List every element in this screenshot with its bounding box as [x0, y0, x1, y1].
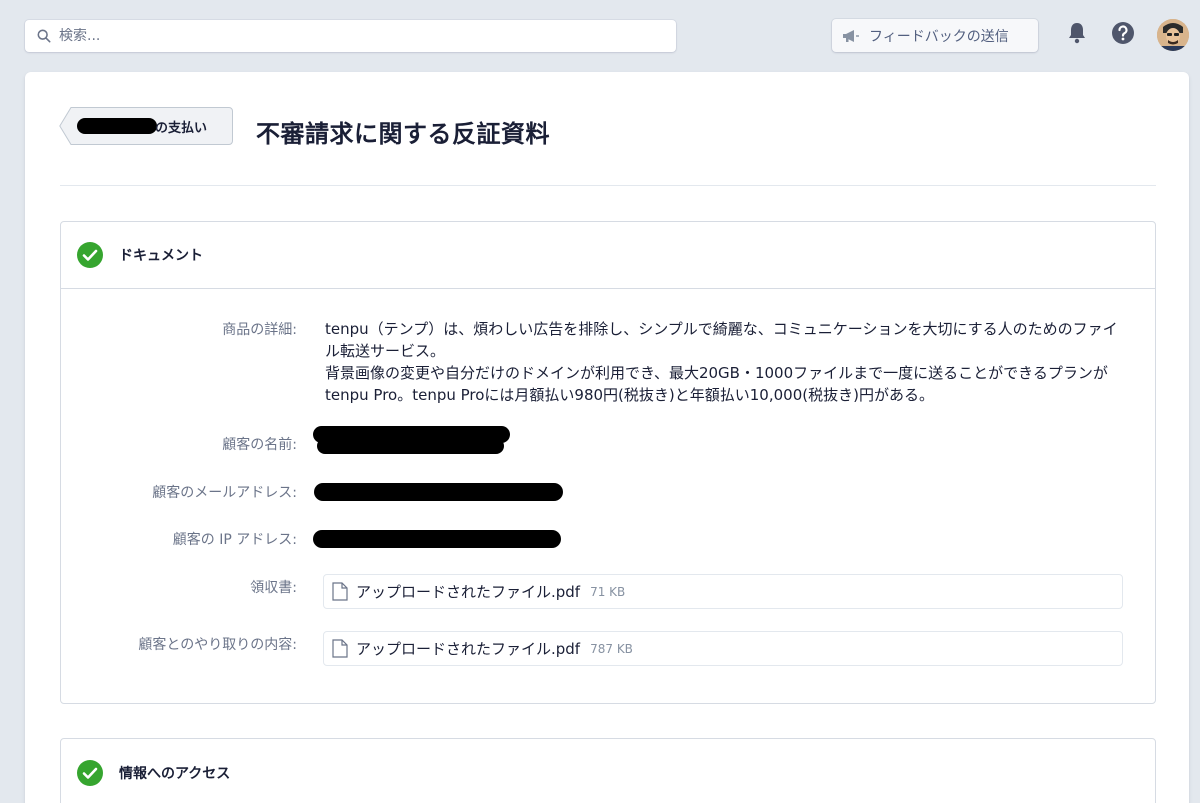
page-title: 不審請求に関する反証資料 [256, 120, 550, 148]
search-icon [37, 29, 51, 43]
redacted-customer-name-2 [317, 438, 504, 454]
back-button[interactable]: の支払い [59, 107, 233, 145]
avatar-image [1157, 19, 1189, 51]
communication-file-name: アップロードされたファイル.pdf [356, 640, 581, 658]
document-section-header: ドキュメント [61, 222, 1155, 289]
communication-file-size: 787 KB [590, 641, 633, 656]
receipt-file-name: アップロードされたファイル.pdf [356, 583, 581, 601]
receipt-label: 領収書: [250, 580, 297, 596]
file-icon [332, 639, 348, 658]
check-circle-icon [77, 759, 103, 786]
access-section-title: 情報へのアクセス [119, 765, 231, 782]
document-section: ドキュメント 商品の詳細: tenpu（テンプ）は、煩わしい広告を排除し、シンプ… [60, 221, 1156, 704]
redacted-customer-name [77, 118, 157, 134]
communication-file[interactable]: アップロードされたファイル.pdf 787 KB [323, 631, 1123, 666]
redacted-customer-ip [313, 530, 561, 548]
customer-name-label: 顧客の名前: [222, 437, 297, 453]
customer-ip-label: 顧客の IP アドレス: [172, 532, 297, 548]
notifications-button[interactable] [1064, 20, 1090, 46]
access-section: 情報へのアクセス [60, 738, 1156, 803]
search-input[interactable] [59, 28, 619, 44]
back-label: の支払い [155, 121, 208, 136]
megaphone-icon [843, 29, 859, 42]
feedback-button[interactable]: フィードバックの送信 [832, 19, 1038, 52]
product-description-line-2: 背景画像の変更や自分だけのドメインが利用でき、最大20GB・1000ファイルまで… [325, 364, 1108, 404]
product-description-line-1: tenpu（テンプ）は、煩わしい広告を排除し、シンプルで綺麗な、コミュニケーショ… [325, 320, 1118, 360]
communication-label: 顧客とのやり取りの内容: [138, 637, 297, 653]
receipt-file[interactable]: アップロードされたファイル.pdf 71 KB [323, 574, 1123, 609]
user-avatar[interactable] [1157, 19, 1189, 51]
document-section-title: ドキュメント [119, 248, 203, 264]
header-divider [60, 185, 1156, 186]
customer-email-label: 顧客のメールアドレス: [152, 485, 297, 501]
file-icon [332, 582, 348, 601]
check-circle-icon [77, 242, 103, 268]
search-bar[interactable] [25, 20, 676, 52]
help-button[interactable] [1110, 20, 1136, 46]
product-details-label: 商品の詳細: [222, 322, 297, 338]
product-description: tenpu（テンプ）は、煩わしい広告を排除し、シンプルで綺麗な、コミュニケーショ… [325, 318, 1125, 406]
feedback-label: フィードバックの送信 [869, 28, 1009, 45]
bell-icon [1069, 23, 1085, 44]
receipt-file-size: 71 KB [590, 584, 626, 599]
access-section-header: 情報へのアクセス [61, 739, 1155, 803]
redacted-customer-email [314, 483, 563, 501]
help-icon [1112, 22, 1134, 44]
top-bar: フィードバックの送信 [0, 0, 1200, 72]
